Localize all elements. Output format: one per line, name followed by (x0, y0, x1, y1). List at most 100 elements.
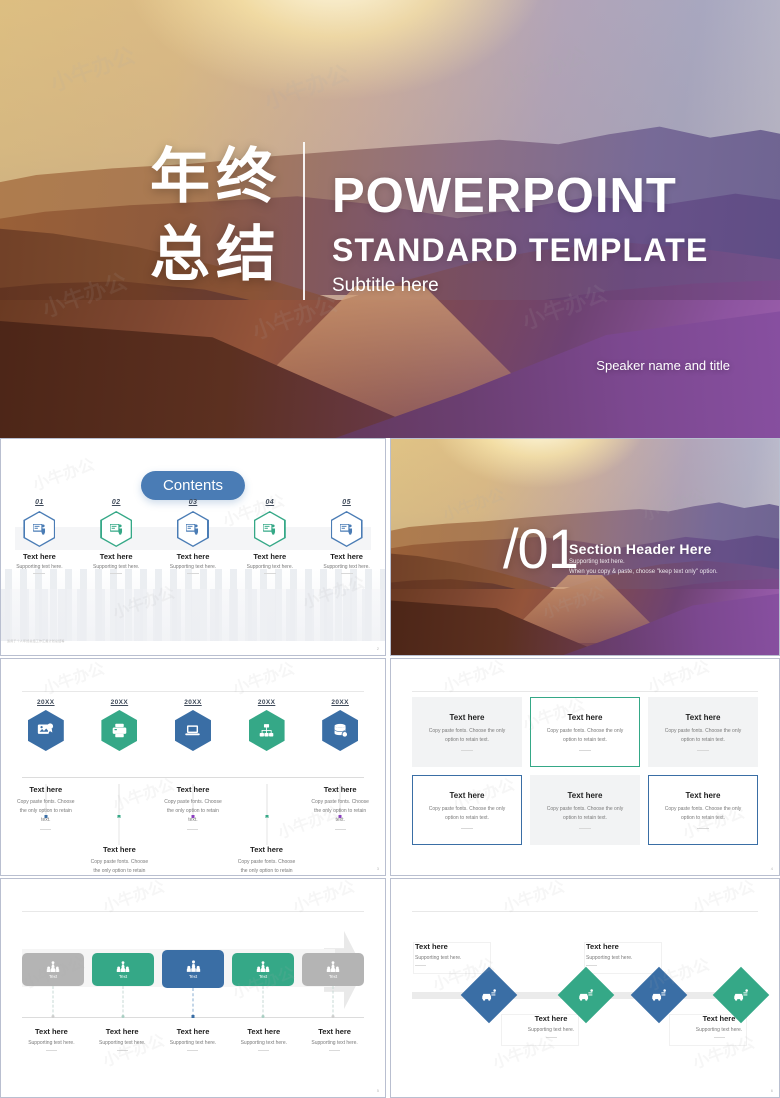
chevron-dot (51, 1015, 55, 1018)
timeline-items: 20XX Text here Copy paste fonts. Choose … (9, 699, 377, 874)
timeline-stem (266, 784, 268, 817)
chevron-text-block: Text here Supporting text here. (299, 1027, 370, 1051)
contents-item[interactable]: 02 Text here Supporting text here. (78, 499, 155, 574)
timeline-text-block: Text here Copy paste fonts. Choose the o… (9, 785, 83, 831)
box-title: Text here (567, 791, 603, 800)
chevron-stem (122, 986, 124, 1017)
team-idea-icon: Text (92, 953, 154, 986)
box-body: Copy paste fonts. Choose the only option… (428, 806, 506, 821)
divider (713, 1037, 725, 1038)
slide-contents[interactable]: Contents 01 Text here Supporting text he… (0, 438, 386, 656)
contents-item-number: 04 (265, 499, 275, 506)
divider (579, 750, 591, 751)
chevron-item[interactable]: Text (162, 950, 224, 1018)
slide-diamond-timeline[interactable]: Text here Supporting text here. Text her… (390, 878, 780, 1098)
box-body: Copy paste fonts. Choose the only option… (546, 728, 624, 743)
page-number: 5 (376, 1088, 379, 1093)
contents-item-support: Supporting text here. (92, 564, 140, 570)
diamond-support: Supporting text here. (586, 955, 633, 961)
divider (545, 1037, 557, 1038)
chevron-item[interactable]: Text (302, 953, 364, 1018)
box-card[interactable]: Text here Copy paste fonts. Choose the o… (648, 697, 758, 767)
timeline-title: Text here (102, 845, 136, 854)
chevron-text-block: Text here Supporting text here. (87, 1027, 158, 1051)
printer-icon (101, 710, 138, 751)
contents-item[interactable]: 03 Text here Supporting text here. (155, 499, 232, 574)
chevron-item[interactable]: Text (22, 953, 84, 1018)
box-card[interactable]: Text here Copy paste fonts. Choose the o… (412, 775, 522, 845)
org-chart-icon (248, 710, 285, 751)
chevron-title: Text here (247, 1027, 281, 1036)
divider (187, 1050, 199, 1051)
contents-item[interactable]: 04 Text here Supporting text here. (231, 499, 308, 574)
chevron-text-block: Text here Supporting text here. (16, 1027, 87, 1051)
divider (116, 1050, 128, 1051)
team-idea-icon: Text (302, 953, 364, 986)
chevron-box-label: Text (328, 973, 338, 979)
diamond-title: Text here (702, 1014, 736, 1023)
chevron-item[interactable]: Text (232, 953, 294, 1018)
slide-section-header[interactable]: /01 Section Header Here Supporting text … (390, 438, 780, 656)
contents-item-number: 01 (35, 499, 44, 506)
watermark: 小牛办公 (230, 660, 297, 699)
timeline-item[interactable]: 20XX Text here Copy paste fonts. Choose … (83, 699, 157, 874)
box-body: Copy paste fonts. Choose the only option… (546, 806, 624, 821)
chevron-text-row: Text here Supporting text here. Text her… (16, 1027, 370, 1051)
slide-six-boxes[interactable]: Text here Copy paste fonts. Choose the o… (390, 658, 780, 876)
divider (33, 573, 46, 574)
chevron-support: Supporting text here. (240, 1040, 287, 1046)
divider (334, 829, 346, 831)
chevron-text-block: Text here Supporting text here. (228, 1027, 299, 1051)
box-title: Text here (685, 791, 721, 800)
chevron-stem (192, 988, 194, 1017)
timeline-lower-stem (266, 817, 268, 845)
hero-tagline: Subtitle here (332, 275, 439, 296)
slide-chevron-steps[interactable]: Text Text Text Text Text Text here Suppo… (0, 878, 386, 1098)
contents-item[interactable]: 05 Text here Supporting text here. (308, 499, 385, 574)
contents-button[interactable]: Contents (140, 471, 246, 500)
box-body: Copy paste fonts. Choose the only option… (428, 728, 506, 743)
timeline-year: 20XX (37, 699, 55, 706)
timeline-item[interactable]: 20XX Text here Copy paste fonts. Choose … (230, 699, 304, 874)
slide-timeline-hexagons[interactable]: 20XX Text here Copy paste fonts. Choose … (0, 658, 386, 876)
contents-item-title: Text here (253, 552, 287, 561)
contents-item-title: Text here (176, 552, 210, 561)
timeline-title: Text here (176, 785, 210, 794)
timeline-body: Copy paste fonts. Choose the only option… (164, 799, 222, 823)
hero-subtitle: STANDARD TEMPLATE (332, 232, 709, 268)
divider (258, 1050, 270, 1051)
chevron-title: Text here (318, 1027, 351, 1036)
chevron-item[interactable]: Text (92, 953, 154, 1018)
divider (329, 1050, 341, 1051)
contents-item-support: Supporting text here. (169, 564, 217, 570)
divider (579, 828, 591, 829)
boxes-grid: Text here Copy paste fonts. Choose the o… (412, 697, 758, 845)
team-idea-icon: Text (162, 950, 224, 988)
chevron-box-label: Text (118, 973, 128, 979)
divider (340, 573, 353, 574)
watermark: 小牛办公 (30, 456, 97, 495)
team-idea-icon: Text (232, 953, 294, 986)
box-card[interactable]: Text here Copy paste fonts. Choose the o… (648, 775, 758, 845)
timeline-item[interactable]: 20XX Text here Copy paste fonts. Choose … (9, 699, 83, 831)
timeline-axis (22, 777, 364, 778)
box-card[interactable]: Text here Copy paste fonts. Choose the o… (530, 775, 640, 845)
timeline-title: Text here (29, 785, 63, 794)
chevron-stem (52, 986, 54, 1017)
timeline-year: 20XX (110, 699, 129, 706)
laptop-icon (174, 710, 211, 751)
database-icon (322, 710, 359, 751)
slide-title[interactable]: 年终总结 POWERPOINT STANDARD TEMPLATE Subtit… (0, 0, 780, 438)
divider (263, 573, 276, 574)
hero-chinese-title: 年终总结 (150, 144, 282, 288)
contents-item[interactable]: 01 Text here Supporting text here. (1, 499, 78, 574)
box-card[interactable]: Text here Copy paste fonts. Choose the o… (412, 697, 522, 767)
timeline-item[interactable]: 20XX Text here Copy paste fonts. Choose … (156, 699, 230, 831)
award-icon (27, 710, 64, 751)
timeline-body: Copy paste fonts. Choose the only option… (17, 799, 75, 823)
timeline-item[interactable]: 20XX Text here Copy paste fonts. Choose … (303, 699, 377, 831)
hero-speaker: Speaker name and title (596, 358, 730, 373)
box-card[interactable]: Text here Copy paste fonts. Choose the o… (530, 697, 640, 767)
divider (461, 828, 473, 829)
timeline-text-block: Text here Copy paste fonts. Choose the o… (230, 845, 304, 875)
